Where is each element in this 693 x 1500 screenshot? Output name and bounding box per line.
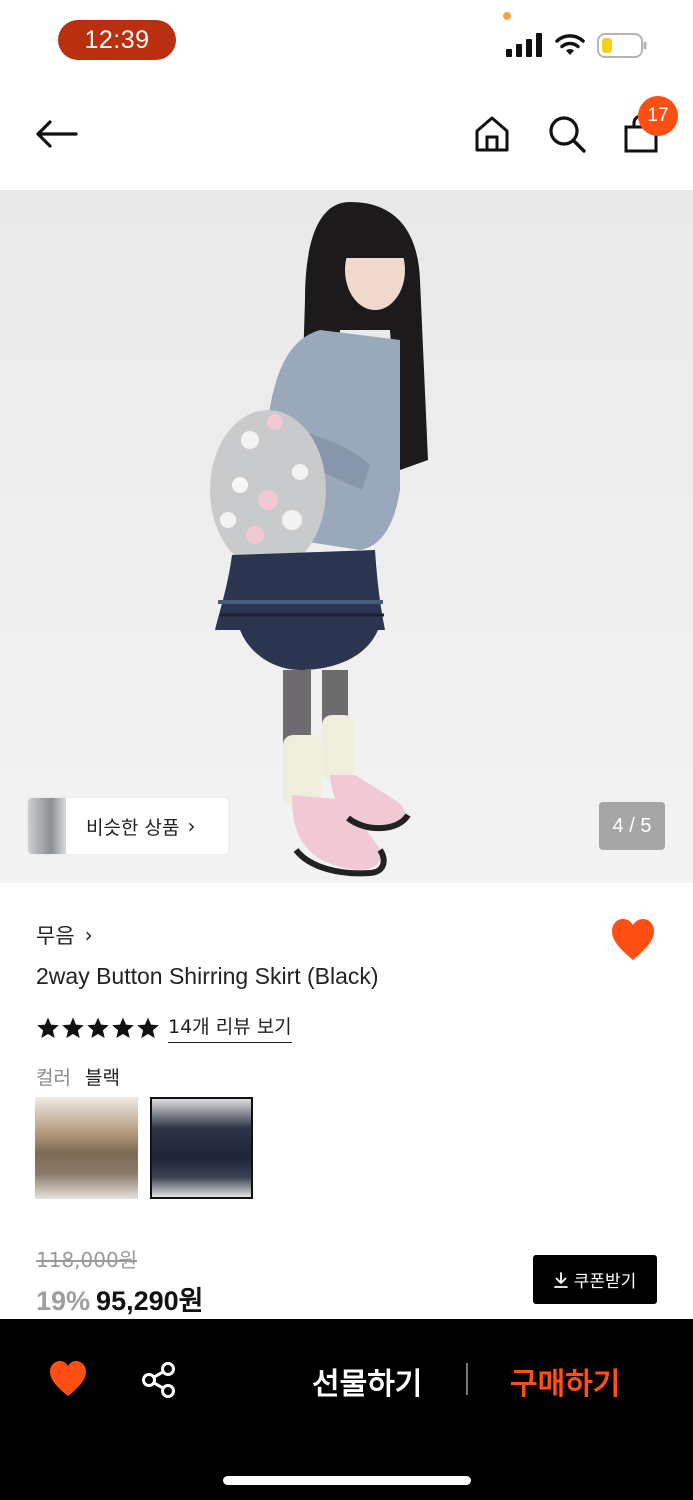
similar-products-label: 비슷한 상품 bbox=[86, 816, 180, 839]
color-option-row: 컬러 블랙 bbox=[36, 1063, 120, 1090]
status-time: 12:39 bbox=[58, 20, 176, 60]
star-icon bbox=[37, 1017, 59, 1038]
privacy-dot-indicator bbox=[503, 12, 511, 20]
color-value: 블랙 bbox=[84, 1067, 120, 1089]
chevron-right-icon: › bbox=[187, 814, 196, 838]
cellular-signal-icon bbox=[506, 33, 542, 57]
battery-low-icon bbox=[597, 33, 647, 58]
purchase-bar: 선물하기 구매하기 bbox=[0, 1319, 693, 1500]
color-label: 컬러 bbox=[36, 1067, 71, 1089]
product-image-gallery[interactable]: 비슷한 상품 › 4 / 5 bbox=[0, 190, 693, 883]
brand-name: 무음 bbox=[36, 924, 75, 948]
brand-link[interactable]: 무음 › bbox=[36, 920, 93, 950]
download-icon bbox=[553, 1271, 568, 1288]
cart-count-badge: 17 bbox=[638, 96, 678, 136]
price-row: 19% 95,290원 bbox=[36, 1279, 203, 1318]
heart-icon[interactable] bbox=[48, 1360, 88, 1398]
similar-products-thumbnail bbox=[28, 798, 66, 854]
product-photo bbox=[210, 202, 428, 877]
buy-button[interactable]: 구매하기 bbox=[510, 1359, 620, 1403]
original-price: 118,000원 bbox=[36, 1248, 138, 1272]
button-divider bbox=[466, 1363, 468, 1395]
rating-stars bbox=[36, 1016, 160, 1040]
search-button[interactable] bbox=[543, 110, 591, 158]
arrow-left-icon bbox=[36, 120, 78, 148]
top-navigation bbox=[0, 90, 693, 190]
star-icon bbox=[112, 1017, 134, 1038]
star-icon bbox=[137, 1017, 159, 1038]
star-icon bbox=[62, 1017, 84, 1038]
search-icon bbox=[549, 116, 586, 153]
gift-button[interactable]: 선물하기 bbox=[312, 1359, 422, 1403]
back-button[interactable] bbox=[32, 110, 80, 158]
product-title: 2way Button Shirring Skirt (Black) bbox=[36, 963, 379, 989]
home-button[interactable] bbox=[468, 110, 516, 158]
status-bar: 12:39 bbox=[0, 0, 693, 80]
similar-products-button[interactable]: 비슷한 상품 › bbox=[28, 798, 228, 854]
sale-price: 95,290원 bbox=[96, 1286, 204, 1316]
color-swatch-selected[interactable] bbox=[150, 1097, 253, 1199]
coupon-download-button[interactable]: 쿠폰받기 bbox=[533, 1255, 657, 1304]
star-icon bbox=[87, 1017, 109, 1038]
coupon-label: 쿠폰받기 bbox=[573, 1272, 637, 1292]
discount-rate: 19% bbox=[36, 1286, 91, 1316]
share-icon[interactable] bbox=[140, 1361, 178, 1399]
home-icon bbox=[475, 116, 509, 152]
wifi-icon bbox=[555, 34, 585, 55]
review-link[interactable]: 14개 리뷰 보기 bbox=[168, 1012, 292, 1043]
rating-row: 14개 리뷰 보기 bbox=[36, 1012, 292, 1043]
wishlist-heart-icon[interactable] bbox=[610, 918, 656, 962]
color-swatch-option[interactable] bbox=[35, 1097, 138, 1199]
home-indicator[interactable] bbox=[223, 1476, 471, 1485]
chevron-right-icon: › bbox=[84, 923, 93, 947]
image-page-counter: 4 / 5 bbox=[599, 802, 665, 850]
